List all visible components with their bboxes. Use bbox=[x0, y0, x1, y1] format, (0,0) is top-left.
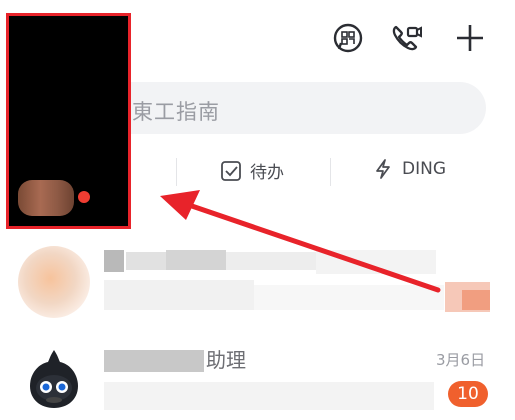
plus-icon[interactable] bbox=[450, 18, 490, 58]
unread-badge: 10 bbox=[448, 381, 488, 407]
blurred-name bbox=[104, 350, 204, 372]
blurred-badge bbox=[462, 290, 490, 310]
blurred-name bbox=[126, 252, 166, 270]
blurred-preview bbox=[104, 280, 254, 310]
assistant-avatar[interactable] bbox=[18, 342, 90, 414]
blurred-name bbox=[226, 252, 316, 270]
blurred-name bbox=[166, 250, 226, 270]
filter-todo-label: 待办 bbox=[250, 163, 284, 183]
filter-ding-label: DING bbox=[402, 159, 446, 179]
filter-divider bbox=[330, 158, 331, 186]
filter-divider bbox=[176, 158, 177, 186]
filter-ding[interactable]: DING bbox=[372, 158, 446, 180]
filter-todo[interactable]: 待办 bbox=[220, 158, 284, 183]
avatar[interactable] bbox=[18, 246, 90, 318]
blurred-preview bbox=[104, 382, 434, 410]
chat-bubble-icon[interactable] bbox=[328, 18, 368, 58]
assistant-name-partial: 助理 bbox=[206, 348, 246, 372]
blurred-preview bbox=[254, 285, 444, 310]
todo-check-icon bbox=[221, 160, 241, 181]
blurred-name bbox=[104, 250, 124, 272]
lightning-icon bbox=[376, 159, 390, 179]
blurred-preview bbox=[316, 250, 436, 274]
video-call-icon[interactable] bbox=[386, 18, 426, 58]
search-placeholder: 東工指南 bbox=[132, 100, 220, 124]
robot-mascot-icon bbox=[30, 350, 78, 408]
highlight-frame bbox=[6, 13, 131, 229]
conversation-time: 3月6日 bbox=[436, 351, 486, 369]
